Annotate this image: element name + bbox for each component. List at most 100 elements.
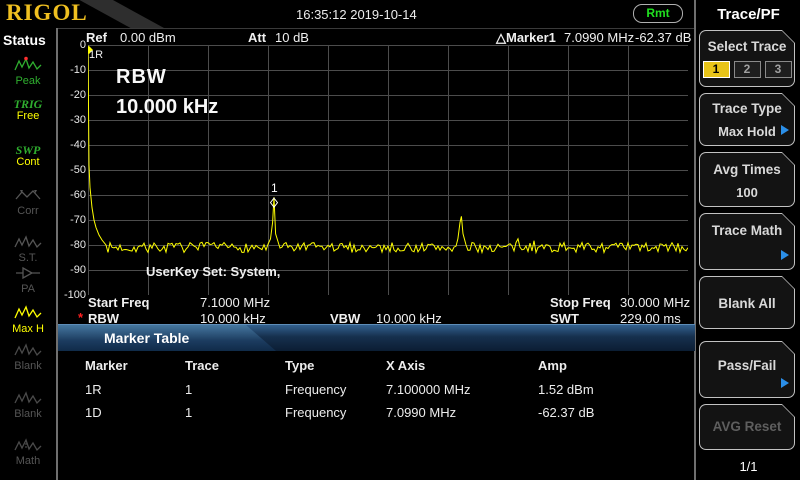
y-axis-tick-label: -50 — [59, 164, 86, 176]
status-item-label: Free — [0, 110, 56, 122]
svg-text:1: 1 — [271, 181, 278, 195]
correction-icon — [14, 188, 42, 202]
cell-xaxis: 7.100000 MHz — [386, 382, 471, 397]
trace-key-3[interactable]: 3 — [765, 61, 792, 78]
trigger-text-icon: TRIG — [0, 98, 56, 110]
ref-marker-label: 1R — [89, 49, 103, 61]
cell-type: Frequency — [285, 405, 346, 420]
y-axis-tick-label: -40 — [59, 139, 86, 151]
status-item-blank-3: Blank — [0, 391, 56, 420]
marker-readout-label: △Marker1 — [496, 30, 556, 46]
column-header-type: Type — [285, 358, 314, 373]
submenu-arrow-icon — [781, 250, 789, 260]
math-trace-icon — [14, 438, 42, 452]
start-freq-label: Start Freq — [88, 295, 149, 310]
stop-freq-label: Stop Freq — [550, 295, 611, 310]
status-sidebar: Status Peak TRIG Free SWP Cont Corr — [0, 28, 56, 480]
submenu-arrow-icon — [781, 378, 789, 388]
status-item-sweep-time: S.T. — [0, 235, 56, 264]
status-item-max-hold: Max H — [0, 305, 56, 335]
cell-amp: -62.37 dB — [538, 405, 594, 420]
sweep-text-icon: SWP — [0, 144, 56, 156]
attenuation-value: 10 dB — [275, 30, 309, 45]
column-header-marker: Marker — [85, 358, 128, 373]
cell-marker: 1R — [85, 382, 102, 397]
spectrum-analyzer-screen: RIGOL 16:35:12 2019-10-14 Rmt Status Pea… — [0, 0, 800, 480]
status-item-label: Blank — [0, 360, 56, 372]
column-header-amp: Amp — [538, 358, 567, 373]
start-freq-value: 7.1000 MHz — [200, 295, 270, 310]
status-item-label: Cont — [0, 156, 56, 168]
pass-fail-button[interactable]: Pass/Fail — [699, 341, 795, 398]
button-label: Blank All — [700, 296, 794, 311]
menu-title: Trace/PF — [697, 6, 800, 23]
status-item-peak: Peak — [0, 56, 56, 87]
y-axis-tick-label: -70 — [59, 214, 86, 226]
status-item-label: Peak — [0, 75, 56, 87]
y-axis-tick-label: -90 — [59, 264, 86, 276]
status-item-label: Corr — [0, 205, 56, 217]
submenu-arrow-icon — [781, 125, 789, 135]
marker-table-title: Marker Table — [104, 330, 189, 346]
softkey-sidebar: Trace/PF Select Trace 1 2 3 Trace Type M… — [697, 0, 800, 480]
cell-marker: 1D — [85, 405, 102, 420]
y-axis-tick-label: -80 — [59, 239, 86, 251]
status-item-label: S.T. — [0, 252, 56, 264]
y-axis-tick-label: -100 — [59, 289, 86, 301]
spectrum-plot: 1 — [88, 45, 688, 295]
status-item-label: Math — [0, 455, 56, 467]
button-label: Trace Math — [700, 223, 794, 238]
status-item-label: Blank — [0, 408, 56, 420]
trace-key-1[interactable]: 1 — [703, 61, 730, 78]
y-axis-tick-label: -60 — [59, 189, 86, 201]
status-item-sweep: SWP Cont — [0, 144, 56, 168]
select-trace-button[interactable]: Select Trace 1 2 3 — [699, 30, 795, 87]
menu-page-indicator: 1/1 — [697, 459, 800, 474]
blank-trace-icon — [14, 343, 42, 357]
trace-type-button[interactable]: Trace Type Max Hold — [699, 93, 795, 146]
status-item-correction: Corr — [0, 188, 56, 217]
blank-trace-icon — [14, 391, 42, 405]
y-axis-tick-label: -20 — [59, 89, 86, 101]
rbw-overlay-title: RBW — [116, 66, 167, 89]
trace-key-group: 1 2 3 — [700, 61, 794, 78]
marker-readout-amp: -62.37 dB — [635, 30, 691, 45]
button-value: Max Hold — [700, 124, 794, 139]
button-label: Avg Times — [700, 162, 794, 177]
stop-freq-value: 30.000 MHz — [620, 295, 690, 310]
button-label: Select Trace — [700, 39, 794, 54]
column-header-trace: Trace — [185, 358, 219, 373]
cell-xaxis: 7.0990 MHz — [386, 405, 456, 420]
marker-readout-freq: 7.0990 MHz — [564, 30, 634, 45]
remote-mode-badge: Rmt — [633, 4, 683, 23]
cell-amp: 1.52 dBm — [538, 382, 594, 397]
marker-table-header-bar: Marker Table — [58, 324, 695, 351]
rbw-coupled-flag: * — [78, 310, 83, 325]
trace-key-2[interactable]: 2 — [734, 61, 761, 78]
attenuation-label: Att — [248, 30, 266, 45]
y-axis-tick-label: -30 — [59, 114, 86, 126]
avg-times-button[interactable]: Avg Times 100 — [699, 152, 795, 207]
status-title: Status — [3, 32, 46, 48]
cell-type: Frequency — [285, 382, 346, 397]
avg-reset-button: AVG Reset — [699, 404, 795, 450]
blank-all-button[interactable]: Blank All — [699, 276, 795, 329]
status-item-label: PA — [0, 283, 56, 295]
max-hold-icon — [14, 305, 42, 320]
ref-level-label: Ref — [86, 30, 107, 45]
userkey-message: UserKey Set: System, — [146, 264, 280, 279]
rigol-logo: RIGOL — [6, 0, 88, 26]
waveform-peak-icon — [14, 56, 42, 72]
status-item-trigger: TRIG Free — [0, 98, 56, 122]
cell-trace: 1 — [185, 405, 192, 420]
clock-timestamp: 16:35:12 2019-10-14 — [296, 7, 417, 22]
y-axis-tick-label: 0 — [59, 39, 86, 51]
logo-slash-decoration — [76, 0, 164, 28]
y-axis-tick-label: -10 — [59, 64, 86, 76]
trace-math-button[interactable]: Trace Math — [699, 213, 795, 270]
button-label: Pass/Fail — [700, 358, 794, 373]
button-label: Trace Type — [700, 101, 794, 116]
status-item-preamp: PA — [0, 266, 56, 295]
column-header-xaxis: X Axis — [386, 358, 425, 373]
sweep-time-icon — [14, 235, 42, 249]
